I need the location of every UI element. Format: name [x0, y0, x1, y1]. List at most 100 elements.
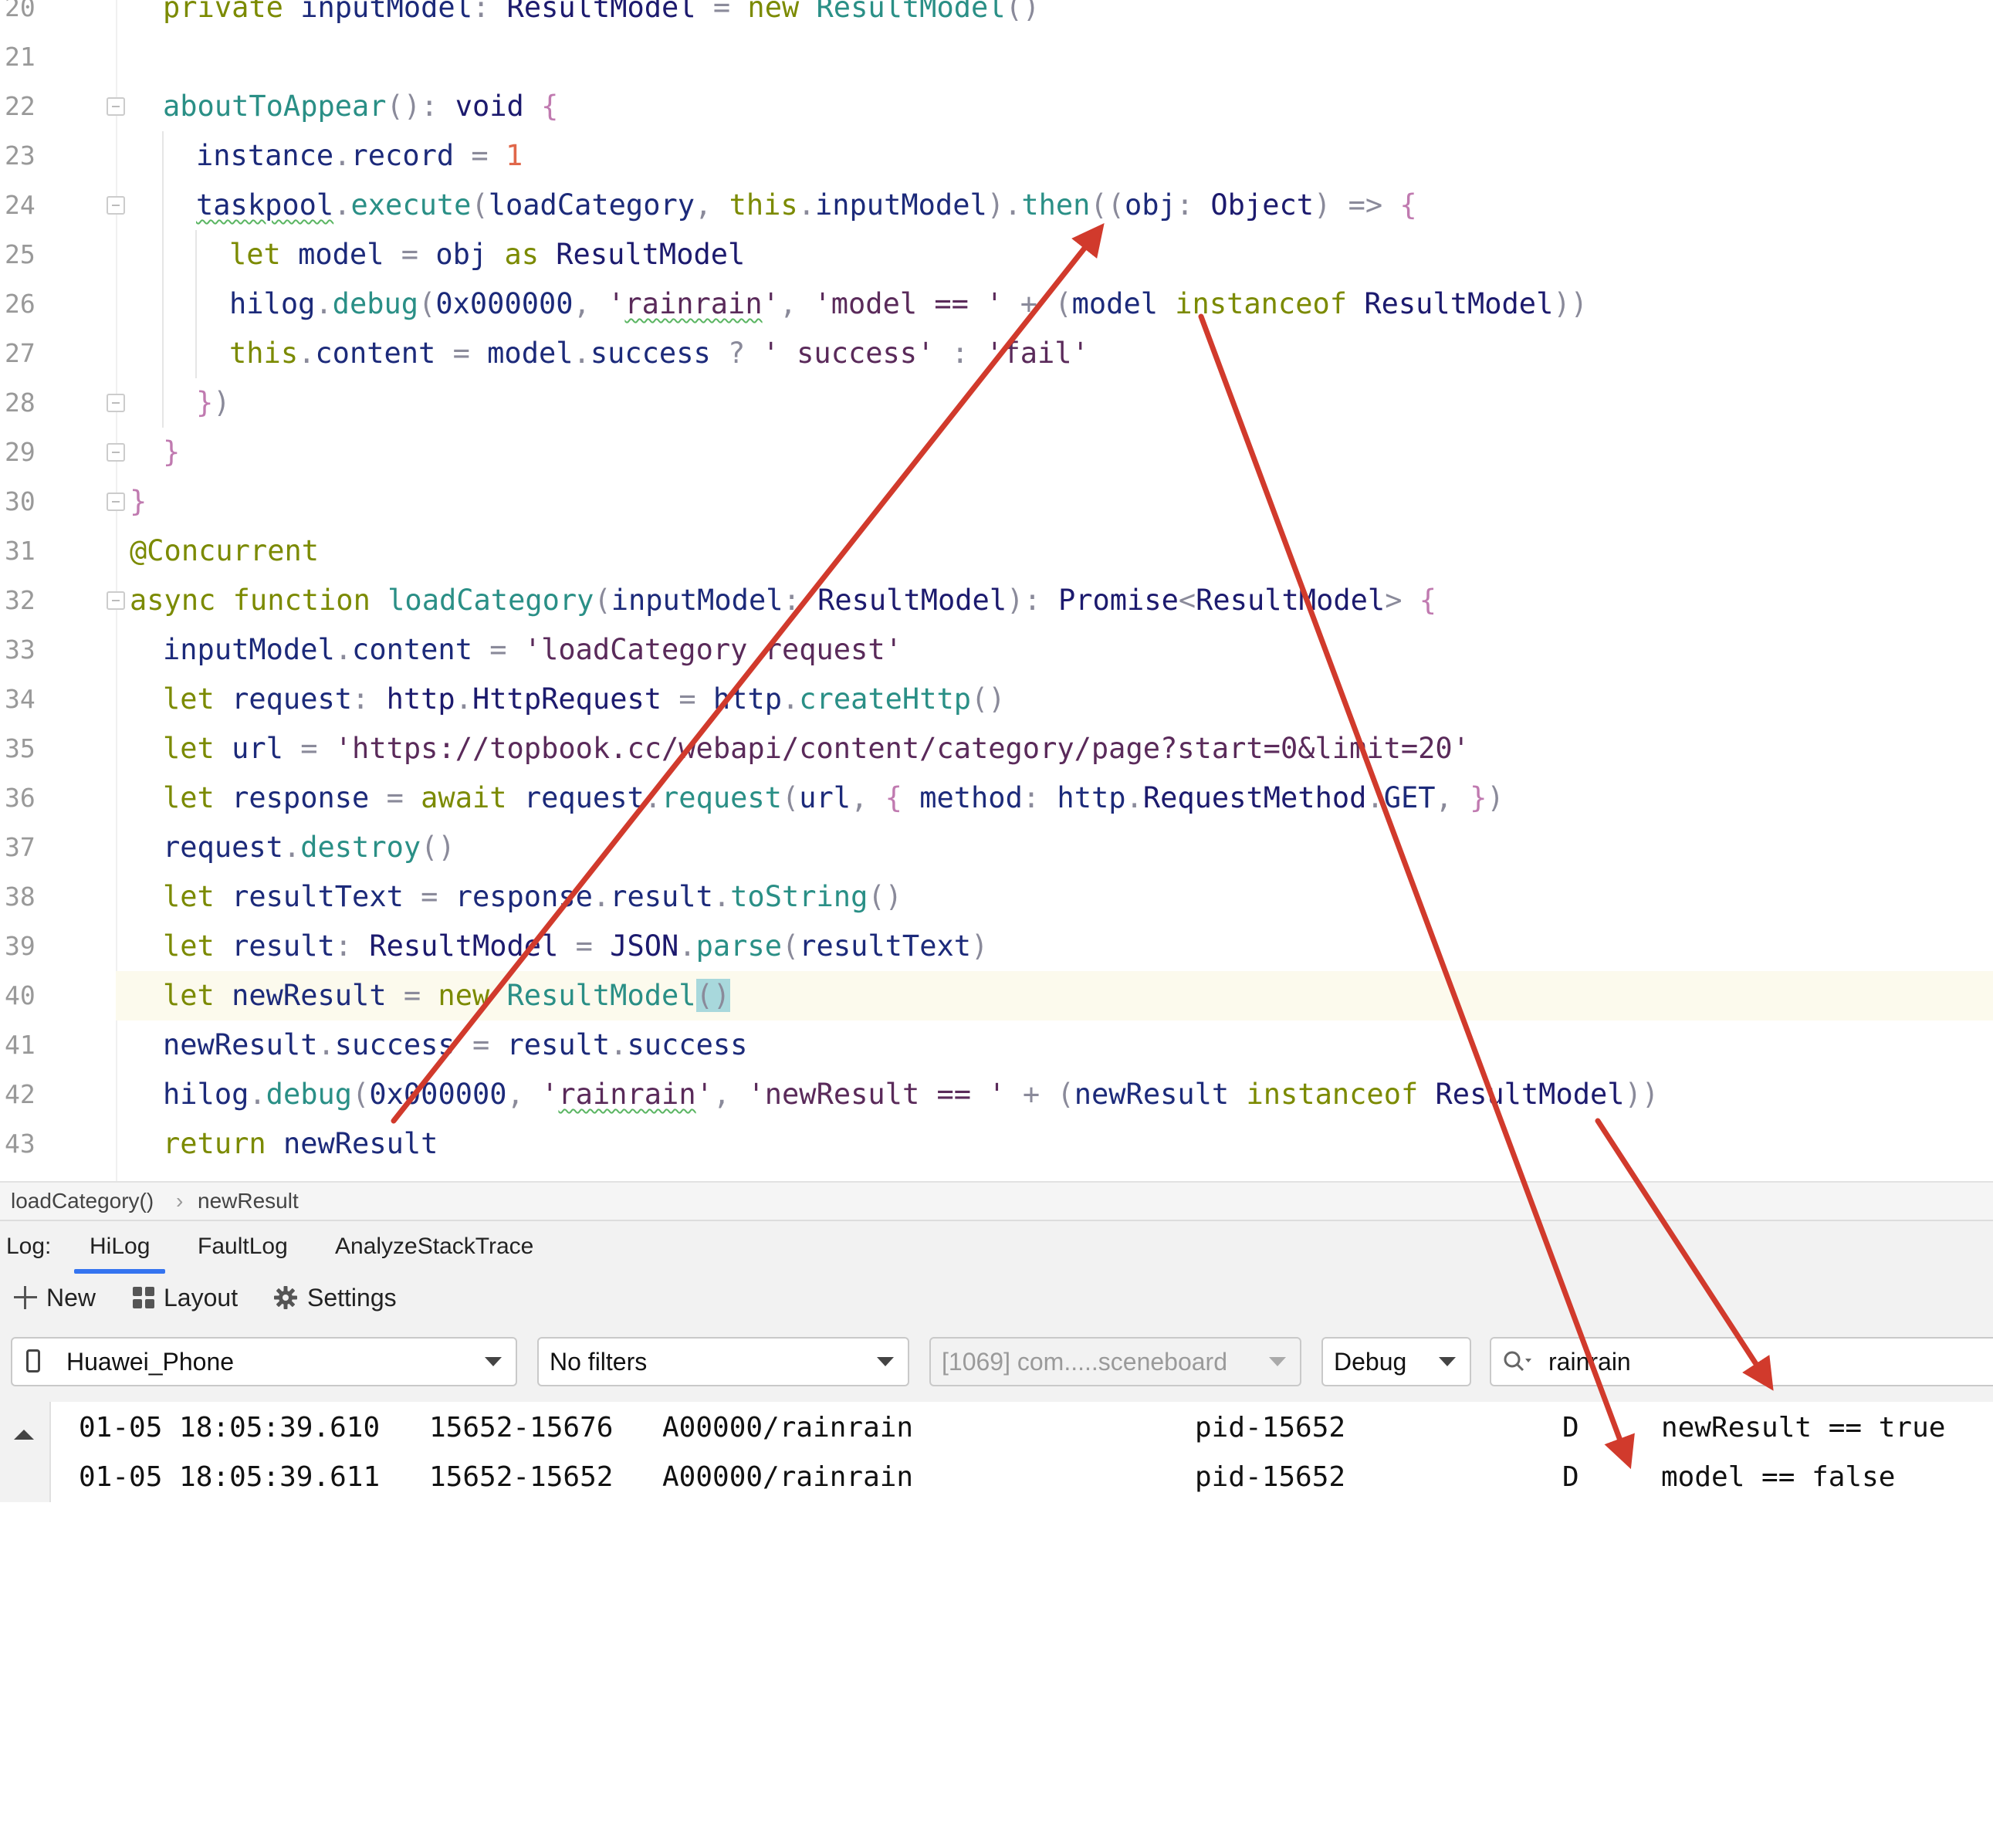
code-token: hilog — [229, 287, 316, 320]
code-token: request — [232, 682, 353, 716]
code-token: : — [1176, 188, 1211, 222]
code-line[interactable]: 35 let url = 'https://topbook.cc/webapi/c… — [0, 724, 1993, 773]
code-line[interactable]: 29} — [0, 428, 1993, 477]
code-token: , — [851, 781, 885, 814]
indent-guide — [162, 230, 164, 279]
code-line[interactable]: 36 let response = await request.request(u… — [0, 773, 1993, 823]
line-number-cell: 30 — [0, 477, 116, 526]
code-line[interactable]: 30} — [0, 477, 1993, 526]
device-select[interactable]: Huawei_Phone — [11, 1337, 517, 1386]
layout-label: Layout — [164, 1284, 239, 1312]
code-token: ' — [607, 287, 625, 320]
code-token: () — [1005, 0, 1040, 24]
code-token: content — [315, 337, 436, 370]
code-token: let — [163, 880, 232, 913]
new-label: New — [46, 1284, 96, 1312]
code-line[interactable]: 25 let model = obj as ResultModel — [0, 230, 1993, 279]
code-token: + — [1005, 1078, 1057, 1111]
code-token: ResultModel — [1435, 1078, 1625, 1111]
code-line[interactable]: 21 — [0, 32, 1993, 82]
tab-analyze-stack-trace[interactable]: AnalyzeStackTrace — [335, 1221, 533, 1272]
line-number-cell: 34 — [0, 675, 116, 724]
code-line[interactable]: 24 taskpool.execute(loadCategory, this.in… — [0, 181, 1993, 230]
line-number-cell: 42 — [0, 1070, 116, 1119]
new-button[interactable]: New — [14, 1274, 96, 1322]
fold-marker-icon[interactable] — [107, 591, 125, 610]
code-line[interactable]: 41 newResult.success = result.success — [0, 1020, 1993, 1070]
line-number: 37 — [5, 832, 36, 862]
log-search-field[interactable]: rainrain — [1490, 1337, 1993, 1386]
code-line[interactable]: 42 hilog.debug(0x000000, 'rainrain', 'new… — [0, 1070, 1993, 1119]
code-token: = — [386, 979, 438, 1012]
code-token: newResult — [163, 1028, 318, 1061]
fold-marker-icon[interactable] — [107, 394, 125, 412]
log-row[interactable]: 01-05 18:05:39.611 15652-15652 A00000/ra… — [51, 1453, 1993, 1502]
code-token: . — [797, 188, 815, 222]
fold-marker-icon[interactable] — [107, 492, 125, 511]
code-token: Object — [1210, 188, 1315, 222]
code-line[interactable]: 23 instance.record = 1 — [0, 131, 1993, 181]
code-line[interactable]: 27 this.content = model.success ? ' succe… — [0, 329, 1993, 378]
code-token: record — [350, 139, 455, 172]
code-line[interactable]: 33 inputModel.content = 'loadCategory req… — [0, 625, 1993, 675]
search-icon — [1504, 1351, 1531, 1372]
fold-marker-icon[interactable] — [107, 196, 125, 215]
code-token: ( — [1054, 287, 1072, 320]
code-token: . — [283, 831, 301, 864]
code-line[interactable]: 20 private inputModel: ResultModel = new … — [0, 0, 1993, 32]
line-number: 39 — [5, 931, 36, 961]
log-row[interactable]: 01-05 18:05:39.610 15652-15676 A00000/ra… — [51, 1403, 1993, 1453]
settings-button[interactable]: Settings — [273, 1274, 397, 1322]
line-number: 25 — [5, 239, 36, 269]
code-line[interactable]: 38 let resultText = response.result.toStr… — [0, 872, 1993, 922]
code-token: let — [229, 238, 299, 271]
code-line[interactable]: 26 hilog.debug(0x000000, 'rainrain', 'mod… — [0, 279, 1993, 329]
breadcrumb: loadCategory() › newResult — [0, 1181, 1993, 1220]
layout-grid-icon — [133, 1287, 154, 1308]
code-token: . — [333, 139, 351, 172]
tab-hilog[interactable]: HiLog — [73, 1221, 166, 1274]
log-search-value[interactable]: rainrain — [1548, 1339, 1631, 1385]
code-line[interactable]: 34 let request: http.HttpRequest = http.c… — [0, 675, 1993, 724]
code-token: . — [455, 682, 472, 716]
code-token: 'fail' — [986, 337, 1089, 370]
code-token: . — [1125, 781, 1143, 814]
code-line[interactable]: 22 aboutToAppear(): void { — [0, 82, 1993, 131]
fold-marker-icon[interactable] — [107, 443, 125, 462]
code-line[interactable]: 28}) — [0, 378, 1993, 428]
code-line[interactable]: 43 return newResult — [0, 1119, 1993, 1169]
breadcrumb-item-variable[interactable]: newResult — [198, 1183, 299, 1220]
line-number-cell: 35 — [0, 724, 116, 773]
filter-select[interactable]: No filters — [537, 1337, 909, 1386]
fold-marker-icon[interactable] — [107, 97, 125, 116]
line-number: 28 — [5, 388, 36, 418]
code-token: inputModel — [814, 188, 987, 222]
code-token: url — [799, 781, 851, 814]
scroll-up-icon[interactable] — [14, 1430, 34, 1440]
line-number: 33 — [5, 635, 36, 665]
code-line[interactable]: 40 let newResult = new ResultModel() — [0, 971, 1993, 1020]
line-number-cell: 39 — [0, 922, 116, 971]
code-token: http — [712, 682, 782, 716]
code-line[interactable]: 39 let result: ResultModel = JSON.parse(r… — [0, 922, 1993, 971]
log-process: pid-15652 — [1195, 1412, 1346, 1444]
code-text: async function loadCategory(inputModel: … — [130, 576, 1436, 625]
tab-faultlog[interactable]: FaultLog — [198, 1221, 288, 1272]
code-token: : — [783, 584, 818, 617]
code-line[interactable]: 32 async function loadCategory(inputModel… — [0, 576, 1993, 625]
breadcrumb-item-function[interactable]: loadCategory() — [11, 1183, 154, 1220]
code-token: result — [506, 1028, 611, 1061]
layout-button[interactable]: Layout — [133, 1274, 238, 1322]
log-tab-bar: Log: HiLog FaultLog AnalyzeStackTrace — [0, 1220, 1993, 1274]
line-number-cell: 41 — [0, 1020, 116, 1070]
line-number: 42 — [5, 1079, 36, 1109]
code-line[interactable]: 37 request.destroy() — [0, 823, 1993, 872]
code-text: hilog.debug(0x000000, 'rainrain', 'model… — [229, 279, 1588, 329]
code-editor[interactable]: 20 private inputModel: ResultModel = new … — [0, 0, 1993, 1181]
log-level-select[interactable]: Debug — [1321, 1337, 1471, 1386]
code-token: as — [504, 238, 557, 271]
indent-guide — [195, 279, 197, 329]
code-token: rainrain — [558, 1078, 696, 1111]
code-line[interactable]: 31 @Concurrent — [0, 526, 1993, 576]
log-list[interactable]: 01-05 18:05:39.610 15652-15676 A00000/ra… — [0, 1402, 1993, 1502]
